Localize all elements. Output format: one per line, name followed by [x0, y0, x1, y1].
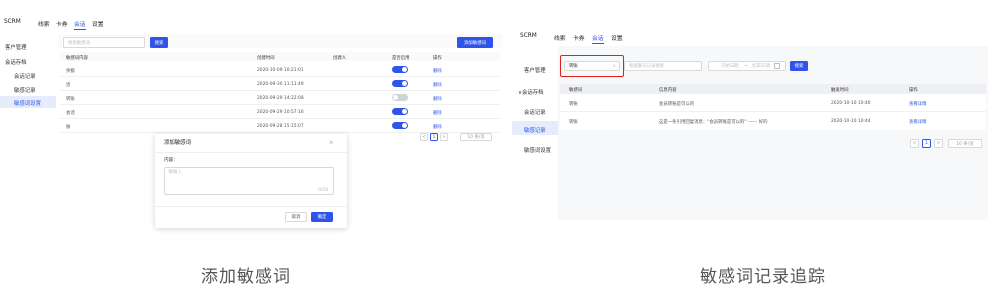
col-header-word: 敏感词	[569, 88, 583, 93]
row-divider	[60, 104, 500, 105]
sensitive-word-search-input[interactable]: 搜索敏感词	[63, 37, 145, 48]
nav-coupons[interactable]: 卡券	[56, 19, 68, 28]
confirm-button[interactable]: 确定	[311, 212, 333, 222]
pager-next-button[interactable]: >	[440, 133, 448, 141]
sidebar-item-session-archive[interactable]: 会话存档	[5, 58, 27, 66]
row-word: 话	[66, 83, 71, 88]
enable-toggle[interactable]	[392, 122, 408, 129]
pager-page-1[interactable]: 1	[922, 139, 931, 148]
nav-session[interactable]: 会话	[592, 33, 604, 44]
col-header-created-time: 创建时间	[257, 56, 275, 61]
nav-session[interactable]: 会话	[74, 19, 86, 30]
sidebar-item-session-records[interactable]: 会话记录	[14, 72, 36, 80]
sidebar-item-sensitive-settings[interactable]: 敏感词设置	[524, 146, 551, 154]
enable-toggle[interactable]	[392, 66, 408, 73]
row-divider	[60, 118, 500, 119]
date-start: 开始日期	[721, 64, 739, 69]
row-content: 会员转账是可以的	[659, 102, 695, 107]
pager-prev-button[interactable]: <	[910, 139, 919, 148]
sidebar-item-customers[interactable]: 客户管理	[524, 66, 546, 74]
row-time: 2020-09-28 15:15:07	[257, 124, 304, 129]
sidebar-item-session-archive[interactable]: ∨会话存档	[518, 88, 544, 96]
content-textarea[interactable]	[164, 167, 334, 195]
dialog-title: 添加敏感词	[164, 140, 191, 146]
textarea-placeholder: 请输入	[168, 170, 182, 175]
select-value: 转账	[569, 64, 578, 69]
row-word: 转账	[66, 97, 75, 102]
chevron-down-icon: ∨	[612, 63, 616, 69]
nav-leads[interactable]: 线索	[554, 33, 566, 42]
char-counter: 0/50	[318, 188, 329, 193]
page-size-select[interactable]: 10 条/页	[948, 139, 982, 148]
col-header-actions: 操作	[433, 56, 442, 61]
sidebar-item-sensitive-settings[interactable]: 敏感词设置	[14, 99, 41, 107]
search-button[interactable]: 搜索	[790, 61, 808, 71]
nav-coupons[interactable]: 卡券	[573, 33, 585, 42]
pager-prev-button[interactable]: <	[420, 133, 428, 141]
left-caption: 添加敏感词	[201, 267, 291, 287]
row-time: 2020-10-10 10:44	[831, 119, 871, 124]
pager-page-1[interactable]: 1	[430, 133, 438, 141]
enable-toggle[interactable]	[392, 80, 408, 87]
col-header-actions: 操作	[909, 88, 918, 93]
row-word: 转账	[569, 102, 578, 107]
row-time: 2020-09-30 11:11:49	[257, 82, 304, 87]
row-word: 账	[66, 125, 71, 130]
row-divider	[560, 111, 986, 112]
pager-next-button[interactable]: >	[934, 139, 943, 148]
nav-settings[interactable]: 设置	[611, 33, 623, 42]
dialog-footer-divider	[155, 206, 347, 207]
row-word: 余额	[66, 69, 75, 74]
enable-toggle[interactable]	[392, 94, 408, 101]
sidebar-item-customers[interactable]: 客户管理	[5, 43, 27, 51]
col-header-enabled: 是否启用	[392, 56, 410, 61]
sidebar-item-sensitive-records[interactable]: 敏感记录	[14, 86, 36, 94]
dialog-close-icon[interactable]: ×	[329, 140, 334, 146]
delete-link[interactable]: 删除	[433, 110, 442, 116]
delete-link[interactable]: 删除	[433, 68, 442, 74]
col-header-word: 敏感词内容	[66, 56, 88, 61]
col-header-creator: 创建人	[333, 56, 347, 61]
row-word: 会话	[66, 111, 75, 116]
view-details-link[interactable]: 查看详情	[909, 101, 927, 107]
row-time: 2020-10-10 10:40	[831, 101, 871, 106]
col-header-trigger-time: 触发时间	[831, 88, 849, 93]
enable-toggle[interactable]	[392, 108, 408, 115]
view-details-link[interactable]: 查看详情	[909, 119, 927, 125]
row-word: 转账	[569, 120, 578, 125]
date-range-picker[interactable]: 开始日期 → 结束日期	[708, 61, 786, 71]
dialog-header-divider	[155, 152, 347, 153]
table-header-row	[560, 84, 986, 94]
nav-scrm[interactable]: SCRM	[520, 33, 537, 39]
right-caption: 敏感词记录追踪	[700, 267, 826, 287]
calendar-icon	[773, 63, 780, 69]
sensitive-word-select[interactable]: 转账 ∨	[564, 61, 620, 71]
sidebar-item-session-records[interactable]: 会话记录	[524, 108, 546, 116]
nav-scrm[interactable]: SCRM	[4, 19, 21, 25]
nav-leads[interactable]: 线索	[38, 19, 50, 28]
add-sensitive-word-button[interactable]: 添加敏感词	[457, 37, 493, 48]
delete-link[interactable]: 删除	[433, 124, 442, 130]
row-divider	[60, 76, 500, 77]
row-time: 2020-09-29 10:57:16	[257, 110, 304, 115]
date-end: 结束日期	[752, 64, 770, 69]
content-label: 内容：	[164, 158, 178, 163]
page-size-select[interactable]: 10 条/页	[460, 133, 492, 141]
row-content: 这是一条引用回复消息："会员转账是可以的" ------ 好的	[659, 120, 768, 125]
sidebar-item-sensitive-records[interactable]: 敏感记录	[524, 126, 546, 134]
row-divider	[60, 90, 500, 91]
search-button[interactable]: 搜索	[150, 37, 168, 48]
chat-record-search-input[interactable]: 根据聊天记录搜索	[624, 61, 702, 71]
delete-link[interactable]: 删除	[433, 96, 442, 102]
col-header-content: 信息内容	[659, 88, 677, 93]
row-time: 2020-10-09 10:21:01	[257, 68, 304, 73]
arrow-right-icon: →	[743, 63, 748, 69]
cancel-button[interactable]: 取消	[285, 212, 307, 222]
row-time: 2020-09-29 14:22:08	[257, 96, 304, 101]
nav-settings[interactable]: 设置	[92, 19, 104, 28]
delete-link[interactable]: 删除	[433, 82, 442, 88]
